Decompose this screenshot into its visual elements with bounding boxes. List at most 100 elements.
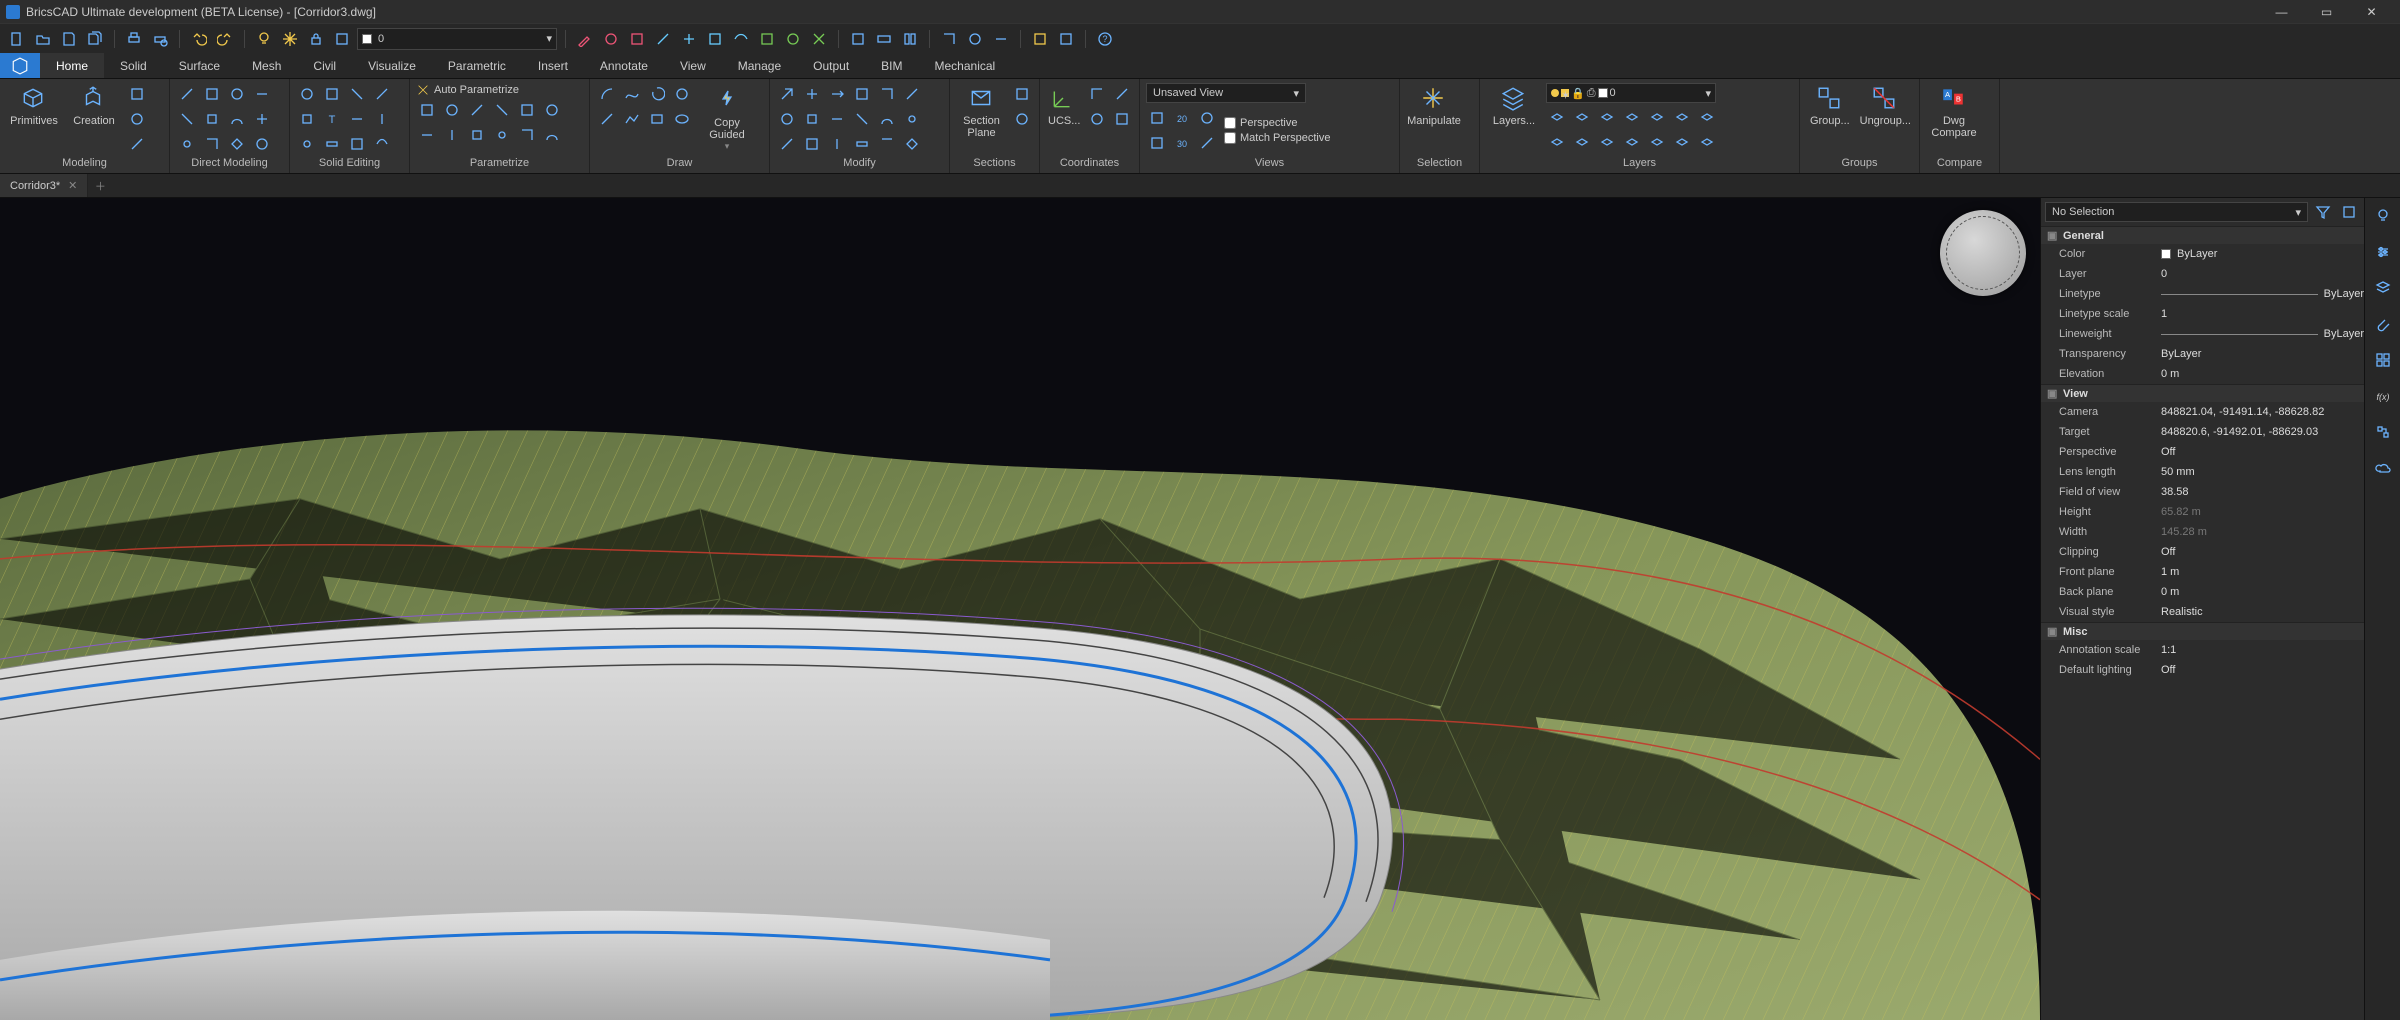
- prop-camera[interactable]: Camera848821.04, -91491.14, -88628.82: [2041, 402, 2364, 422]
- ungroup-button[interactable]: Ungroup...: [1858, 83, 1913, 129]
- prop-transparency[interactable]: TransparencyByLayer: [2041, 344, 2364, 364]
- tab-mechanical[interactable]: Mechanical: [919, 53, 1012, 78]
- modeling-tool-icon[interactable]: [126, 108, 148, 130]
- modify-tool-icon[interactable]: [776, 108, 798, 130]
- view-tool-icon[interactable]: [1196, 107, 1218, 129]
- tool-icon[interactable]: [704, 28, 726, 50]
- dm-tool-icon[interactable]: [176, 83, 198, 105]
- draw-spiral-icon[interactable]: [646, 83, 668, 105]
- se-tool-icon[interactable]: [296, 108, 318, 130]
- param-tool-icon[interactable]: [491, 124, 513, 146]
- print-icon[interactable]: [123, 28, 145, 50]
- modify-tool-icon[interactable]: [851, 108, 873, 130]
- prop-annotation-scale[interactable]: Annotation scale1:1: [2041, 640, 2364, 660]
- dm-tool-icon[interactable]: [251, 133, 273, 155]
- se-tool-icon[interactable]: [346, 133, 368, 155]
- layer-tool-icon[interactable]: [1546, 106, 1568, 128]
- coord-tool-icon[interactable]: [1111, 108, 1133, 130]
- layer-tool-icon[interactable]: [1646, 106, 1668, 128]
- layer-dropdown[interactable]: 0 ▾: [357, 28, 557, 50]
- tool-icon[interactable]: [678, 28, 700, 50]
- dm-tool-icon[interactable]: [251, 83, 273, 105]
- coord-tool-icon[interactable]: [1111, 83, 1133, 105]
- maximize-button[interactable]: ▭: [2304, 0, 2349, 23]
- app-menu-button[interactable]: [0, 53, 40, 78]
- prop-perspective[interactable]: PerspectiveOff: [2041, 442, 2364, 462]
- view-cube[interactable]: [1940, 210, 2026, 296]
- layer-tool-icon[interactable]: [1596, 131, 1618, 153]
- layer-tool-icon[interactable]: [1621, 106, 1643, 128]
- selection-dropdown[interactable]: No Selection▾: [2045, 202, 2308, 222]
- manipulate-button[interactable]: Manipulate: [1406, 83, 1462, 129]
- dm-tool-icon[interactable]: [201, 133, 223, 155]
- auto-parametrize-button[interactable]: Auto Parametrize: [416, 83, 519, 97]
- dm-tool-icon[interactable]: [226, 108, 248, 130]
- se-tool-icon[interactable]: T: [321, 108, 343, 130]
- modify-tool-icon[interactable]: [801, 108, 823, 130]
- section-misc[interactable]: ▣Misc: [2041, 622, 2364, 640]
- cloud-icon[interactable]: [2369, 454, 2397, 482]
- modify-tool-icon[interactable]: [776, 133, 798, 155]
- coord-tool-icon[interactable]: [1086, 83, 1108, 105]
- modeling-tool-icon[interactable]: [126, 83, 148, 105]
- layer-tool-icon[interactable]: [1621, 131, 1643, 153]
- tool-icon[interactable]: [600, 28, 622, 50]
- tab-visualize[interactable]: Visualize: [352, 53, 432, 78]
- modify-tool-icon[interactable]: [826, 108, 848, 130]
- close-button[interactable]: ✕: [2349, 0, 2394, 23]
- param-tool-icon[interactable]: [491, 99, 513, 121]
- plot-icon[interactable]: [331, 28, 353, 50]
- modify-tool-icon[interactable]: [801, 83, 823, 105]
- attach-icon[interactable]: [2369, 310, 2397, 338]
- dm-tool-icon[interactable]: [201, 108, 223, 130]
- param-tool-icon[interactable]: [441, 99, 463, 121]
- dm-tool-icon[interactable]: [226, 83, 248, 105]
- layer-tool-icon[interactable]: [1671, 131, 1693, 153]
- tool-icon[interactable]: [808, 28, 830, 50]
- draw-spline-icon[interactable]: [621, 83, 643, 105]
- prop-target[interactable]: Target848820.6, -91492.01, -88629.03: [2041, 422, 2364, 442]
- tool-icon[interactable]: [574, 28, 596, 50]
- freeze-icon[interactable]: [279, 28, 301, 50]
- undo-icon[interactable]: [188, 28, 210, 50]
- se-tool-icon[interactable]: [346, 83, 368, 105]
- se-tool-icon[interactable]: [371, 83, 393, 105]
- layer-state-dropdown[interactable]: ✶ 🔒 ⎙ 0 ▾: [1546, 83, 1716, 103]
- tool-icon[interactable]: [990, 28, 1012, 50]
- section-plane-button[interactable]: Section Plane: [956, 83, 1007, 141]
- view-tool-icon[interactable]: 20: [1171, 107, 1193, 129]
- param-tool-icon[interactable]: [441, 124, 463, 146]
- fx-icon[interactable]: f(x): [2369, 382, 2397, 410]
- document-tab[interactable]: Corridor3* ✕: [0, 174, 88, 197]
- save-icon[interactable]: [58, 28, 80, 50]
- modify-tool-icon[interactable]: [851, 83, 873, 105]
- dm-tool-icon[interactable]: [201, 83, 223, 105]
- prop-linetype[interactable]: LinetypeByLayer: [2041, 284, 2364, 304]
- redo-icon[interactable]: [214, 28, 236, 50]
- se-tool-icon[interactable]: [321, 133, 343, 155]
- modify-tool-icon[interactable]: [826, 83, 848, 105]
- se-tool-icon[interactable]: [346, 108, 368, 130]
- draw-line-icon[interactable]: [596, 108, 618, 130]
- draw-polyline-icon[interactable]: [621, 108, 643, 130]
- tab-surface[interactable]: Surface: [163, 53, 236, 78]
- layer-tool-icon[interactable]: [1696, 106, 1718, 128]
- se-tool-icon[interactable]: [321, 83, 343, 105]
- tool-icon[interactable]: [1055, 28, 1077, 50]
- tool-icon[interactable]: [1029, 28, 1051, 50]
- tool-icon[interactable]: [730, 28, 752, 50]
- modify-tool-icon[interactable]: [851, 133, 873, 155]
- param-tool-icon[interactable]: [466, 124, 488, 146]
- pick-icon[interactable]: [2338, 201, 2360, 223]
- tab-civil[interactable]: Civil: [297, 53, 352, 78]
- tool-icon[interactable]: [899, 28, 921, 50]
- draw-circle-icon[interactable]: [671, 83, 693, 105]
- layers-side-icon[interactable]: [2369, 274, 2397, 302]
- tool-icon[interactable]: [873, 28, 895, 50]
- settings-icon[interactable]: [2369, 238, 2397, 266]
- se-tool-icon[interactable]: [371, 133, 393, 155]
- modify-tool-icon[interactable]: [876, 133, 898, 155]
- layer-tool-icon[interactable]: [1571, 106, 1593, 128]
- saveall-icon[interactable]: [84, 28, 106, 50]
- tool-icon[interactable]: [847, 28, 869, 50]
